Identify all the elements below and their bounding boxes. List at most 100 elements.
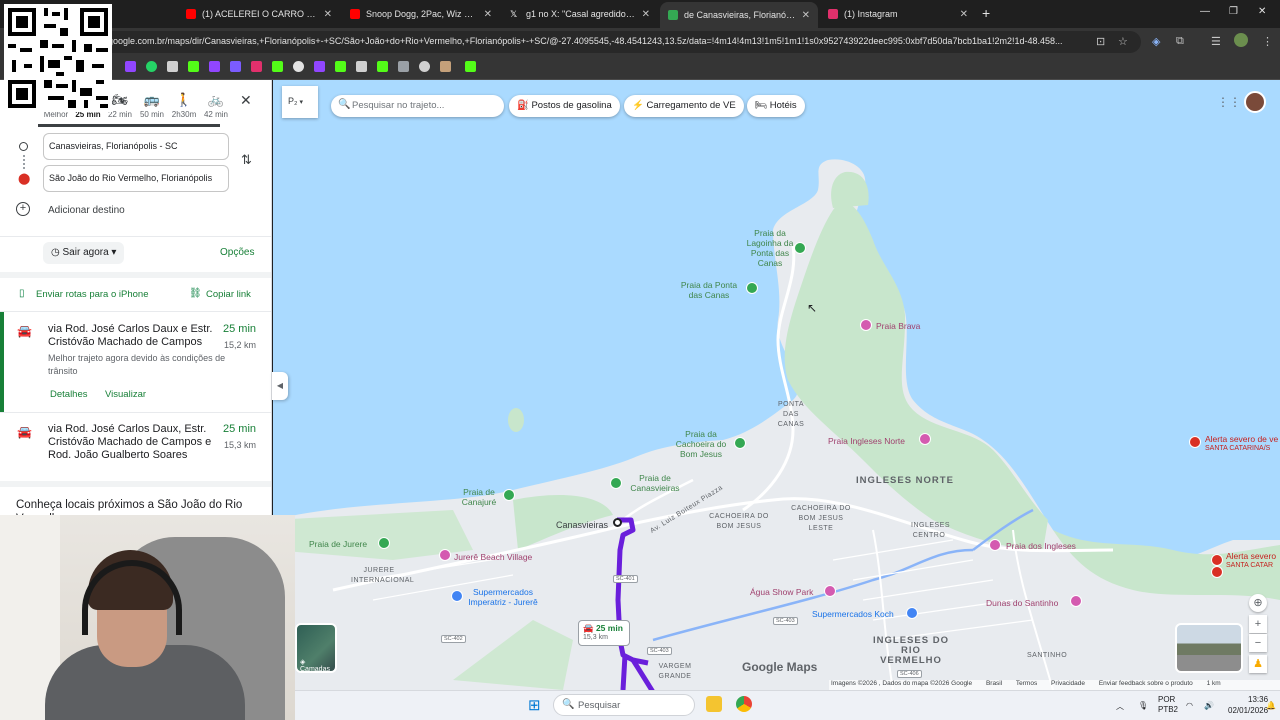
tab-close-icon[interactable]: ✕ — [642, 9, 650, 20]
label-brava[interactable]: Praia Brava — [876, 321, 920, 331]
add-destination-icon[interactable]: + — [16, 202, 30, 216]
bookmark-star-icon[interactable]: ☆ — [1118, 35, 1128, 48]
label-jurere-village[interactable]: Jurerê Beach Village — [454, 552, 532, 562]
puzzle-icon[interactable]: ⧉ — [1176, 35, 1184, 48]
place-pin-icon[interactable] — [1070, 595, 1082, 607]
address-bar[interactable]: google.com.br/maps/dir/Canasvieiras,+Flo… — [96, 31, 1141, 53]
label-agua-show[interactable]: Água Show Park — [750, 587, 813, 597]
bookmark-icon[interactable] — [230, 61, 241, 72]
wifi-icon[interactable]: ◠ — [1186, 701, 1193, 710]
label-santinho[interactable]: Dunas do Santinho — [986, 598, 1058, 608]
alert-pin-icon[interactable] — [1189, 436, 1201, 448]
shop-pin-icon[interactable] — [451, 590, 463, 602]
bookmark-icon[interactable] — [398, 61, 409, 72]
tab-close-icon[interactable]: ✕ — [324, 9, 332, 20]
route-1-title[interactable]: via Rod. José Carlos Daux e Estr. Cristó… — [48, 323, 218, 349]
bookmark-icon[interactable] — [356, 61, 367, 72]
origin-marker-icon[interactable] — [613, 518, 622, 527]
microphone-icon[interactable]: 🎙 — [1138, 701, 1148, 710]
my-location-button[interactable]: ⊕ — [1249, 594, 1267, 612]
layers-button[interactable]: ◈ Camadas — [295, 623, 337, 673]
url-text[interactable]: google.com.br/maps/dir/Canasvieiras,+Flo… — [108, 36, 1093, 46]
beach-pin-icon[interactable] — [610, 477, 622, 489]
details-link[interactable]: Detalhes — [50, 389, 88, 400]
map-search-input[interactable]: 🔍 Pesquisar no trajeto... — [331, 95, 504, 117]
tab-x[interactable]: 𝕏 g1 no X: "Casal agredido em Po ✕ — [502, 3, 658, 25]
bookmark-twitch-icon[interactable] — [125, 61, 136, 72]
label-ingleses-norte[interactable]: Praia Ingleses Norte — [828, 436, 905, 446]
profile-avatar[interactable] — [1234, 33, 1248, 47]
label-ingleses-beach[interactable]: Praia dos Ingleses — [1006, 541, 1076, 551]
file-explorer-icon[interactable] — [706, 696, 722, 712]
alert-pin-icon[interactable] — [1211, 554, 1223, 566]
taskbar-search[interactable]: 🔍 Pesquisar — [553, 694, 695, 716]
install-app-icon[interactable]: ⊡ — [1096, 35, 1105, 48]
zoom-in-button[interactable]: + — [1249, 615, 1267, 633]
minimize-icon[interactable]: — — [1200, 6, 1210, 17]
origin-input[interactable]: Canasvieiras, Florianópolis - SC — [43, 133, 229, 160]
windows-start-icon[interactable]: ⊞ — [528, 696, 541, 714]
tab-close-icon[interactable]: ✕ — [960, 9, 968, 20]
chip-gas-stations[interactable]: ⛽ Postos de gasolina — [509, 95, 620, 117]
place-pin-icon[interactable] — [860, 319, 872, 331]
pegman-button[interactable]: ♟ — [1249, 655, 1267, 673]
terms-link[interactable]: Termos — [1016, 680, 1037, 687]
system-clock[interactable]: 13:36 02/01/2026 — [1228, 694, 1268, 716]
bookmark-kick-icon[interactable] — [465, 61, 476, 72]
bookmark-icon[interactable] — [440, 61, 451, 72]
bookmark-instagram-icon[interactable] — [251, 61, 262, 72]
send-to-phone-link[interactable]: Enviar rotas para o iPhone — [36, 289, 148, 300]
tab-youtube-2[interactable]: Snoop Dogg, 2Pac, Wiz Khalifa ✕ — [342, 3, 500, 25]
chip-hotels[interactable]: 🛏 Hotéis — [747, 95, 805, 117]
mode-transit[interactable]: 🚌 50 min — [136, 92, 168, 119]
account-avatar[interactable] — [1244, 91, 1266, 113]
close-directions-icon[interactable]: ✕ — [240, 92, 252, 109]
place-pin-icon[interactable] — [989, 539, 1001, 551]
collapse-panel-button[interactable]: ◀ — [272, 372, 288, 400]
label-imperatriz[interactable]: Supermercados Imperatriz - Jurerê — [467, 587, 539, 607]
copy-link[interactable]: Copiar link — [206, 289, 251, 300]
bookmark-kick-icon[interactable] — [188, 61, 199, 72]
chrome-menu-icon[interactable]: ⋮ — [1262, 35, 1273, 48]
street-view-thumbnail[interactable] — [1175, 623, 1243, 673]
bookmark-whatsapp-icon[interactable] — [146, 61, 157, 72]
tab-close-icon[interactable]: ✕ — [484, 9, 492, 20]
window-close-icon[interactable]: ✕ — [1258, 6, 1266, 17]
label-jurere-beach[interactable]: Praia de Jurere — [309, 539, 367, 549]
restore-icon[interactable]: ❐ — [1229, 6, 1238, 17]
feedback-link[interactable]: Enviar feedback sobre o produto — [1099, 680, 1193, 687]
label-ponta-canas-beach[interactable]: Praia da Ponta das Canas — [673, 280, 745, 300]
route-time-badge[interactable]: 🚘 25 min 15,3 km — [578, 620, 630, 646]
add-destination-label[interactable]: Adicionar destino — [48, 205, 125, 216]
bookmark-kick-icon[interactable] — [272, 61, 283, 72]
options-link[interactable]: Opções — [220, 247, 254, 258]
bookmark-kick-icon[interactable] — [335, 61, 346, 72]
volume-icon[interactable]: 🔊 — [1204, 701, 1214, 710]
chrome-icon[interactable] — [736, 696, 752, 712]
destination-input[interactable]: São João do Rio Vermelho, Florianópolis — [43, 165, 229, 192]
language-indicator[interactable]: POR PTB2 — [1158, 695, 1178, 715]
label-canasvieiras-beach[interactable]: Praia de Canasvieiras — [625, 473, 685, 493]
beach-pin-icon[interactable] — [734, 437, 746, 449]
mode-bike[interactable]: 🚲 42 min — [200, 92, 232, 119]
view-link[interactable]: Visualizar — [105, 389, 146, 400]
label-alert-2[interactable]: Alerta severo SANTA CATAR — [1226, 551, 1276, 571]
label-koch[interactable]: Supermercados Koch — [812, 609, 894, 619]
alert-pin-icon[interactable] — [1211, 566, 1223, 578]
place-pin-icon[interactable] — [919, 433, 931, 445]
label-cajure[interactable]: Praia de Canajuré — [458, 487, 500, 507]
tab-instagram[interactable]: (1) Instagram ✕ — [820, 3, 976, 25]
label-cachoeira-beach[interactable]: Praia da Cachoeira do Bom Jesus — [671, 429, 731, 459]
map-canvas[interactable]: Praia da Lagoinha da Ponta das Canas Pra… — [273, 80, 1280, 690]
beach-pin-icon[interactable] — [503, 489, 515, 501]
tab-close-icon[interactable]: ✕ — [802, 10, 810, 21]
map-type-button[interactable]: P₂ ▾ — [282, 86, 318, 118]
place-pin-icon[interactable] — [439, 549, 451, 561]
label-alert-1[interactable]: Alerta severo de ve SANTA CATARINA/S — [1205, 434, 1278, 454]
beach-pin-icon[interactable] — [746, 282, 758, 294]
bookmark-icon[interactable] — [419, 61, 430, 72]
route-2-title[interactable]: via Rod. José Carlos Daux, Estr. Cristóv… — [48, 423, 218, 462]
bookmark-icon[interactable] — [293, 61, 304, 72]
label-canasvieiras[interactable]: Canasvieiras — [556, 520, 608, 530]
bookmark-twitch-icon[interactable] — [209, 61, 220, 72]
